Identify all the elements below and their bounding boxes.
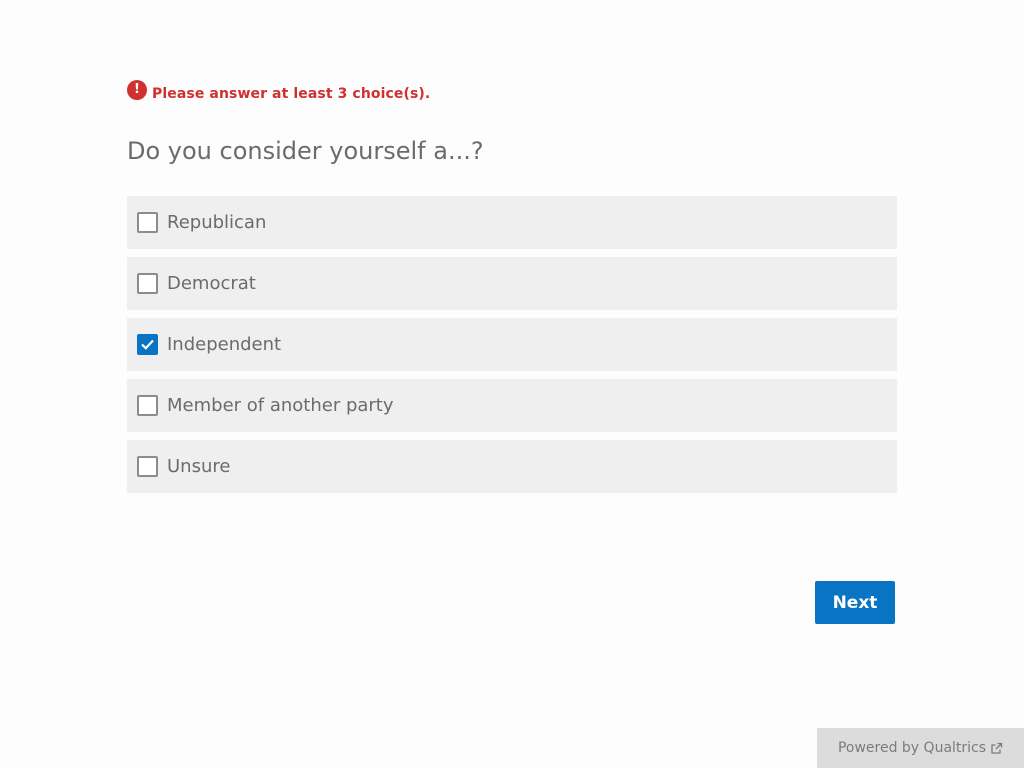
choice-unsure[interactable]: Unsure xyxy=(127,440,897,493)
checkmark-icon xyxy=(141,339,154,350)
choice-label: Unsure xyxy=(167,456,231,477)
checkbox[interactable] xyxy=(137,334,158,355)
choice-list: Republican Democrat Independent Member o… xyxy=(127,196,897,501)
choice-independent[interactable]: Independent xyxy=(127,318,897,371)
validation-error: ! Please answer at least 3 choice(s). xyxy=(127,80,430,102)
choice-label: Republican xyxy=(167,212,267,233)
external-link-icon xyxy=(990,742,1003,755)
choice-label: Member of another party xyxy=(167,395,394,416)
choice-another-party[interactable]: Member of another party xyxy=(127,379,897,432)
choice-democrat[interactable]: Democrat xyxy=(127,257,897,310)
choice-republican[interactable]: Republican xyxy=(127,196,897,249)
error-message: Please answer at least 3 choice(s). xyxy=(152,86,431,102)
question-text: Do you consider yourself a...? xyxy=(127,137,484,165)
checkbox[interactable] xyxy=(137,273,158,294)
exclamation-icon: ! xyxy=(127,80,147,100)
next-button[interactable]: Next xyxy=(815,581,895,624)
choice-label: Independent xyxy=(167,334,282,355)
checkbox[interactable] xyxy=(137,395,158,416)
checkbox[interactable] xyxy=(137,456,158,477)
powered-by-text: Powered by Qualtrics xyxy=(837,740,987,756)
checkbox[interactable] xyxy=(137,212,158,233)
powered-by-link[interactable]: Powered by Qualtrics xyxy=(817,728,1024,768)
choice-label: Democrat xyxy=(167,273,256,294)
survey-page: ! Please answer at least 3 choice(s). Do… xyxy=(0,0,1024,768)
